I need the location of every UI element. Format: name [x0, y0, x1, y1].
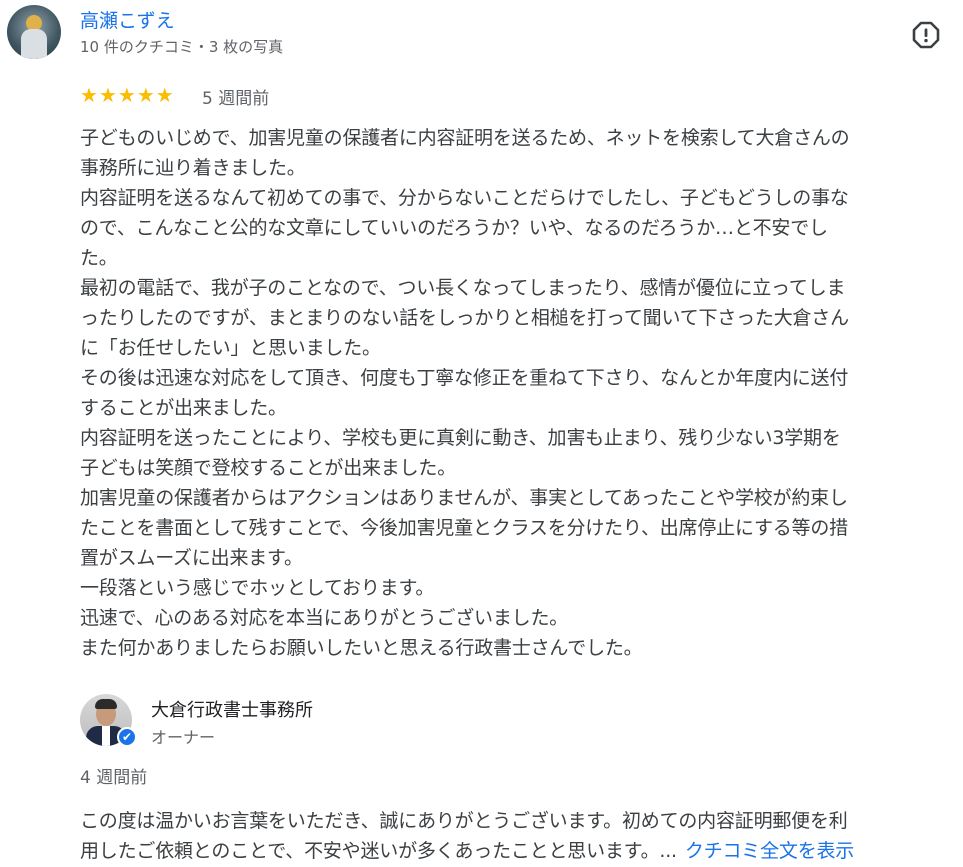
reply-line: 用したご依頼とのことで、不安や迷いが多くあったことと思います。... [80, 840, 677, 862]
review-line: 内容証明を送ったことにより、学校も更に真剣に動き、加害も止まり、残り少ない3学期… [80, 427, 841, 449]
review-line: 一段落という感じでホッとしております。 [80, 577, 435, 599]
star-icon: ★ [155, 83, 174, 107]
review-line: 事務所に辿り着きました。 [80, 157, 306, 179]
reviewer-avatar[interactable] [7, 5, 61, 59]
review-line: 子どものいじめで、加害児童の保護者に内容証明を送るため、ネットを検索して大倉さん… [80, 127, 850, 149]
star-icon: ★ [98, 83, 117, 107]
report-flag-icon[interactable] [912, 21, 940, 49]
review-line: 加害児童の保護者からはアクションはありませんが、事実としてあったことや学校が約束… [80, 487, 848, 509]
review-line: 子どもは笑顔で登校することが出来ました。 [80, 457, 457, 479]
reply-line-last: 用したご依頼とのことで、不安や迷いが多くあったことと思います。... クチコミ全文… [80, 836, 960, 866]
owner-avatar-hair [95, 699, 117, 709]
review-body: 子どものいじめで、加害児童の保護者に内容証明を送るため、ネットを検索して大倉さん… [80, 123, 958, 663]
owner-role-label: オーナー [151, 728, 216, 747]
avatar-figure-body [21, 29, 47, 59]
reply-time: 4 週間前 [80, 768, 148, 788]
star-icon: ★ [117, 83, 136, 107]
reviewer-name[interactable]: 高瀬こずえ [80, 6, 175, 33]
owner-reply-body: この度は温かいお言葉をいただき、誠にありがとうございます。初めての内容証明郵便を… [80, 806, 960, 866]
review-line: 最初の電話で、我が子のことなので、つい長くなってしまったり、感情が優位に立ってし… [80, 277, 846, 299]
star-icon: ★ [136, 83, 155, 107]
review-line: たことを書面として残すことで、今後加害児童とクラスを分けたり、出席停止にする等の… [80, 517, 848, 539]
review-line: また何かありましたらお願いしたいと思える行政書士さんでした。 [80, 637, 643, 659]
verified-check-icon: ✔ [117, 727, 137, 747]
star-icon: ★ [80, 83, 98, 107]
reply-line: この度は温かいお言葉をいただき、誠にありがとうございます。初めての内容証明郵便を… [80, 810, 848, 832]
star-rating: ★ ★ ★ ★ ★ [80, 84, 174, 106]
review-time: 5 週間前 [202, 89, 270, 109]
review-line: ので、こんなこと公的な文章にしていいのだろうか？いや、なるのだろうか…と不安でし [80, 217, 828, 239]
show-full-review-link[interactable]: クチコミ全文を表示 [685, 840, 854, 862]
review-line: に「お任せしたい」と思いました。 [80, 337, 381, 359]
review-line: その後は迅速な対応をして頂き、何度も丁寧な修正を重ねて下さり、なんとか年度内に送… [80, 367, 849, 389]
review-line: ったりしたのですが、まとまりのない話をしっかりと相槌を打って聞いて下さった大倉さ… [80, 307, 849, 329]
reviewer-meta: 10 件のクチコミ・3 枚の写真 [80, 38, 284, 56]
owner-avatar-shirt [102, 726, 110, 746]
review-line: 内容証明を送るなんて初めての事で、分からないことだらけでしたし、子どもどうしの事… [80, 187, 849, 209]
review-line: することが出来ました。 [80, 397, 287, 419]
review-line: 置がスムーズに出来ます。 [80, 547, 303, 569]
owner-name: 大倉行政書士事務所 [151, 700, 313, 721]
review-line: た。 [80, 247, 118, 269]
review-line: 迅速で、心のある対応を本当にありがとうございました。 [80, 607, 569, 629]
